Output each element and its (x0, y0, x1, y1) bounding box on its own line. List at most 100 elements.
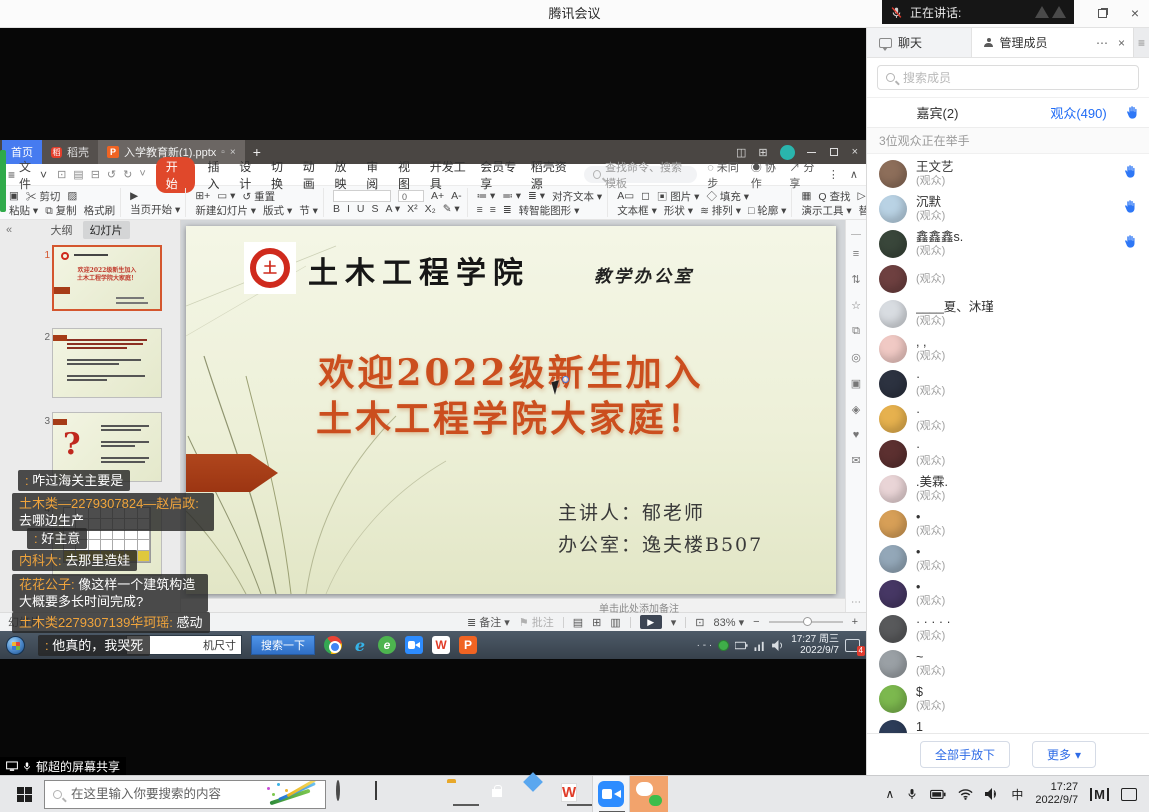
battery-icon[interactable] (735, 640, 748, 651)
tab-manage-members[interactable]: 管理成员 (972, 28, 1081, 57)
ribbon-item[interactable]: ◻ (641, 190, 650, 202)
restore-icon[interactable] (1098, 9, 1107, 18)
member-row[interactable]: ____夏、沐瑾(观众) (867, 296, 1149, 331)
ribbon-item[interactable]: X² (407, 203, 418, 215)
notification-tray-icon[interactable]: 4 (845, 639, 860, 652)
slide-thumbnail-4[interactable] (52, 500, 162, 576)
print-icon[interactable]: ⊟ (91, 168, 100, 181)
wps-office-icon[interactable]: W (432, 636, 450, 654)
font-size-box[interactable]: 0 (398, 190, 424, 202)
wifi-tray-icon[interactable] (958, 788, 973, 800)
zoom-level[interactable]: 83% ▾ (714, 616, 745, 629)
ribbon-item[interactable]: ⧉ 复制 (45, 203, 76, 218)
menu-item-4[interactable]: 动画 (303, 158, 322, 192)
redo-icon[interactable]: ↻ (123, 168, 132, 181)
store-icon[interactable] (485, 782, 509, 806)
notes-bar[interactable]: 单击此处添加备注 (181, 598, 845, 612)
ribbon-item[interactable]: ▷ (857, 190, 865, 202)
wps-office-icon[interactable]: W (561, 782, 585, 806)
menu-item-6[interactable]: 审阅 (366, 158, 385, 192)
side-tool-icon-4[interactable]: ◎ (851, 351, 861, 364)
ribbon-item[interactable]: ≣ (503, 204, 512, 216)
command-search[interactable]: 查找命令、搜索模板 (584, 166, 697, 183)
tab-slides[interactable]: 幻灯片 (83, 221, 130, 239)
tencent-meeting-icon[interactable] (592, 776, 630, 812)
ribbon-item[interactable]: ▣ 图片 ▾ (657, 189, 700, 204)
browser-360-icon[interactable]: e (378, 636, 396, 654)
share-button[interactable]: ↗ 分享 (789, 159, 817, 191)
menu-item-1[interactable]: 插入 (208, 158, 227, 192)
ribbon-item[interactable]: ≕ ▾ (502, 190, 521, 202)
ribbon-item[interactable]: A+ (431, 190, 444, 202)
ribbon-item[interactable]: 当页开始 ▾ (130, 202, 180, 217)
slide-editor[interactable]: 土 土木工程学院 教学办公室 欢迎2022级新生加入 土木工程学院大家庭！ 主讲… (181, 220, 845, 612)
comments-toggle[interactable]: ⚑ 批注 (519, 614, 554, 630)
ie-icon[interactable]: e (351, 636, 369, 654)
start-orb-icon[interactable] (6, 636, 25, 655)
side-tool-icon-3[interactable]: ⧉ (852, 325, 860, 338)
cortana-button[interactable] (333, 782, 357, 806)
ribbon-item[interactable]: U (357, 203, 365, 215)
ribbon-item[interactable]: ◇ 填充 ▾ (706, 189, 749, 204)
tab-guests[interactable]: 嘉宾(2) (867, 103, 1008, 122)
tray-hidden-icons[interactable]: · - · (697, 640, 713, 651)
ribbon-item[interactable]: X₂ (425, 203, 436, 215)
tab-chat[interactable]: 聊天 (867, 28, 972, 57)
battery-tray-icon[interactable] (930, 788, 946, 800)
member-row[interactable]: •(观众) (867, 541, 1149, 576)
clock[interactable]: 17:27 2022/9/7 (1035, 781, 1078, 807)
tencent-meeting-icon[interactable] (405, 636, 423, 654)
ribbon-item[interactable]: ≔ ▾ (477, 190, 496, 202)
mail-icon[interactable] (523, 782, 547, 806)
collab-button[interactable]: ◉ 协作 (751, 159, 779, 191)
volume-icon[interactable] (772, 640, 785, 651)
side-tool-icon-1[interactable]: ⇅ (851, 273, 860, 286)
menu-item-5[interactable]: 放映 (335, 158, 354, 192)
fit-slide-icon[interactable]: ⊡ (695, 616, 704, 629)
task-view-button[interactable] (371, 782, 395, 806)
ribbon-item[interactable]: 替换 ▾ (859, 203, 866, 218)
menu-item-8[interactable]: 开发工具 (430, 158, 467, 192)
ribbon-item[interactable]: 转智能图形 ▾ (519, 203, 580, 218)
ribbon-item[interactable]: ▶ (130, 190, 138, 202)
view-normal-icon[interactable]: ▤ (573, 616, 583, 629)
wechat-icon[interactable] (630, 776, 668, 812)
view-sorter-icon[interactable]: ⊞ (592, 616, 601, 629)
wps-minimize-icon[interactable] (807, 152, 816, 153)
layout-switch-icon[interactable]: ◫ (736, 146, 746, 159)
volume-tray-icon[interactable] (985, 788, 999, 800)
zoom-slider[interactable] (769, 621, 843, 623)
ribbon-item[interactable]: 形状 ▾ (664, 203, 693, 218)
member-row[interactable]: , ,(观众) (867, 331, 1149, 366)
ime-indicator[interactable]: 中 (1011, 786, 1023, 803)
notes-toggle[interactable]: ≣ 备注 ▾ (467, 614, 510, 630)
ribbon-item[interactable]: ✂ 剪切 (26, 189, 60, 204)
ribbon-item[interactable]: A ▾ (385, 203, 400, 215)
zoom-out-button[interactable]: − (753, 616, 759, 628)
signal-icon[interactable] (754, 640, 766, 651)
ribbon-item[interactable]: ✎ ▾ (443, 203, 460, 215)
member-row[interactable]: •(观众) (867, 576, 1149, 611)
account-avatar[interactable] (780, 145, 795, 160)
member-row[interactable]: $(观众) (867, 681, 1149, 716)
chrome-icon[interactable] (324, 636, 342, 654)
font-name-box[interactable] (333, 190, 391, 202)
panel-close-icon[interactable]: × (1118, 36, 1125, 50)
panel-more-icon[interactable]: ⋯ (1096, 36, 1108, 50)
ribbon-item[interactable]: ≡ (490, 204, 496, 216)
apps-grid-icon[interactable]: ⊞ (758, 146, 767, 159)
ribbon-item[interactable]: ▦ (801, 190, 811, 202)
ribbon-item[interactable]: ▭ ▾ (217, 190, 235, 202)
ribbon-item[interactable]: 版式 ▾ (263, 203, 292, 218)
menu-item-3[interactable]: 切换 (271, 158, 290, 192)
side-tool-icon-2[interactable]: ☆ (851, 299, 861, 312)
ribbon-item[interactable]: B (333, 203, 340, 215)
tab-outline[interactable]: 大纲 (51, 222, 73, 238)
ribbon-item[interactable]: ≋ 排列 ▾ (700, 203, 741, 218)
ribbon-item[interactable]: 对齐文本 ▾ (552, 189, 602, 204)
side-tool-icon-6[interactable]: ◈ (852, 403, 860, 416)
member-row[interactable]: 1(观众) (867, 716, 1149, 733)
member-row[interactable]: ·(观众) (867, 366, 1149, 401)
close-icon[interactable]: × (1131, 6, 1139, 20)
export-icon[interactable]: ▤ (73, 168, 83, 181)
